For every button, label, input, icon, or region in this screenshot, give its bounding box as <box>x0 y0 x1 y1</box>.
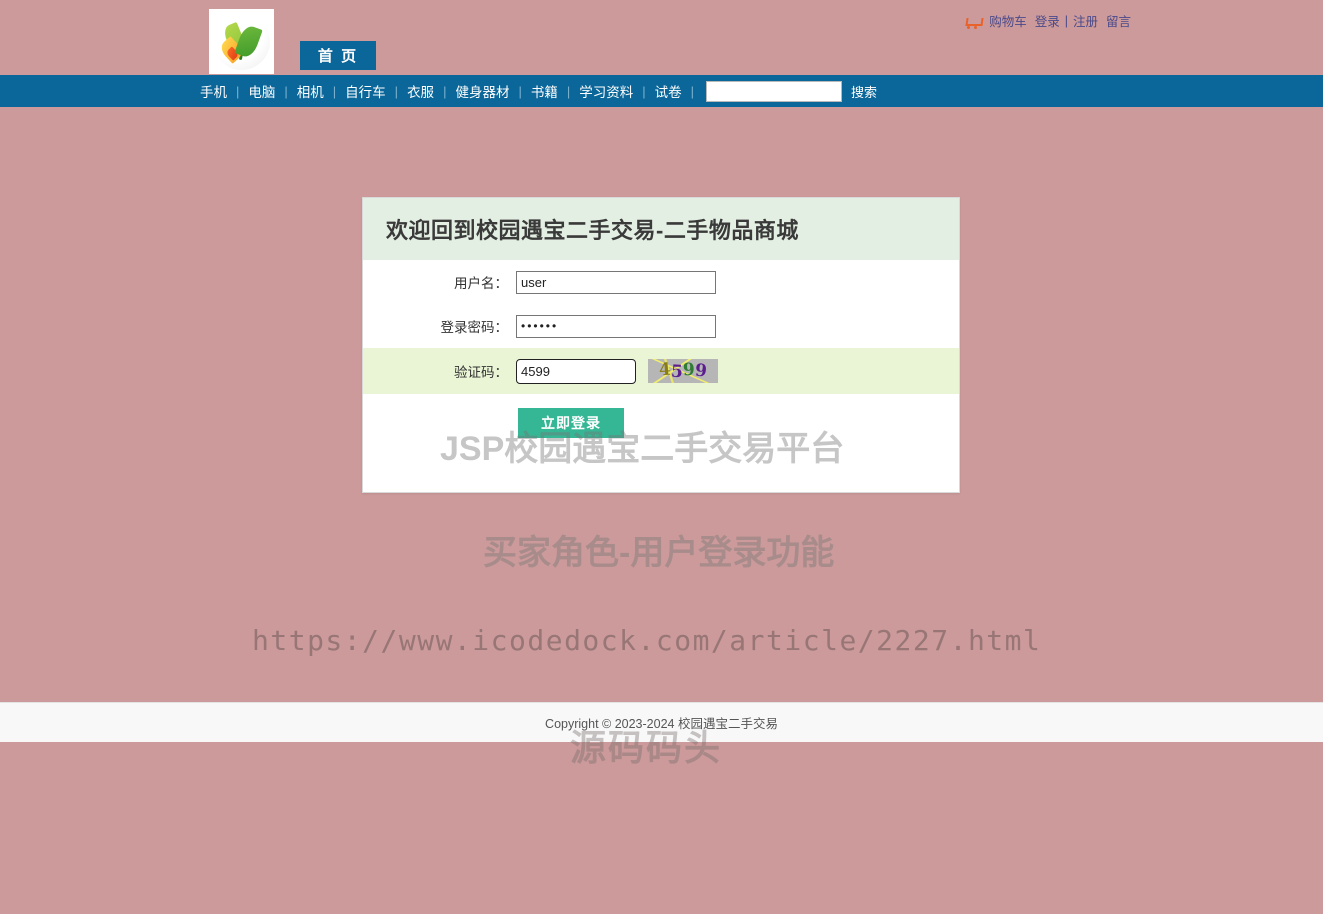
nav-item-computer[interactable]: 电脑 <box>239 81 284 101</box>
search-input[interactable] <box>706 80 843 102</box>
nav-divider: | <box>642 83 646 99</box>
category-navbar: 手机 | 电脑 | 相机 | 自行车 | 衣服 | 健身器材 | 书籍 | 学习… <box>0 75 1323 107</box>
nav-item-phone[interactable]: 手机 <box>191 81 236 101</box>
captcha-label: 验证码： <box>454 365 508 380</box>
captcha-code: 4599 <box>659 359 708 382</box>
captcha-digit-2: 5 <box>670 361 684 382</box>
nav-divider: | <box>236 83 240 99</box>
nav-divider: | <box>332 83 337 99</box>
login-card: 欢迎回到校园遇宝二手交易-二手物品商城 用户名： 登录密码： 验证码： <box>362 197 960 493</box>
watermark-url: https://www.icodedock.com/article/2227.h… <box>252 624 1042 657</box>
submit-row: 立即登录 <box>363 394 959 452</box>
nav-divider: | <box>443 83 447 99</box>
content-area: 欢迎回到校园遇宝二手交易-二手物品商城 用户名： 登录密码： 验证码： <box>0 107 1323 768</box>
site-logo[interactable] <box>209 9 274 74</box>
register-link[interactable]: 注册 <box>1069 11 1102 30</box>
username-label: 用户名： <box>454 276 508 291</box>
nav-divider: | <box>284 83 288 99</box>
message-link[interactable]: 留言 <box>1102 11 1135 30</box>
password-input[interactable] <box>516 314 716 338</box>
nav-item-clothes[interactable]: 衣服 <box>398 81 443 101</box>
login-form: 用户名： 登录密码： 验证码： 4599 <box>363 260 959 452</box>
captcha-row: 验证码： 4599 <box>363 348 959 394</box>
watermark-role: 买家角色-用户登录功能 <box>483 534 835 572</box>
nav-divider: | <box>394 83 399 99</box>
password-row: 登录密码： <box>363 304 959 348</box>
login-card-header: 欢迎回到校园遇宝二手交易-二手物品商城 <box>363 198 959 260</box>
nav-divider: | <box>518 83 522 99</box>
captcha-digit-3: 9 <box>682 359 696 380</box>
username-input[interactable] <box>516 270 716 294</box>
leaf-logo-icon <box>213 13 270 70</box>
nav-item-books[interactable]: 书籍 <box>522 81 567 101</box>
nav-divider: | <box>566 83 571 99</box>
tab-home[interactable]: 首 页 <box>300 41 376 70</box>
password-label: 登录密码： <box>440 320 509 335</box>
site-footer: Copyright © 2023-2024 校园遇宝二手交易 <box>0 702 1323 742</box>
site-header: 购物车 登录 | 注册 留言 首 页 <box>0 0 1323 75</box>
navbar-items: 手机 | 电脑 | 相机 | 自行车 | 衣服 | 健身器材 | 书籍 | 学习… <box>191 75 877 107</box>
nav-item-exam-papers[interactable]: 试卷 <box>646 81 691 101</box>
captcha-digit-4: 9 <box>694 360 708 381</box>
login-link[interactable]: 登录 <box>1031 11 1064 30</box>
cart-link[interactable]: 购物车 <box>985 11 1031 30</box>
search-button[interactable]: 搜索 <box>851 82 877 101</box>
nav-item-study-materials[interactable]: 学习资料 <box>570 81 642 101</box>
topbar-links: 购物车 登录 | 注册 留言 <box>966 11 1135 30</box>
footer-copyright: Copyright © 2023-2024 校园遇宝二手交易 <box>545 717 778 731</box>
captcha-image[interactable]: 4599 <box>648 359 718 383</box>
search-box: 搜索 <box>706 80 877 102</box>
login-submit-button[interactable]: 立即登录 <box>518 408 624 438</box>
shopping-cart-icon <box>966 16 981 29</box>
page-root: 购物车 登录 | 注册 留言 首 页 手机 | 电脑 | 相机 | 自行车 | … <box>0 0 1323 914</box>
page-title: 欢迎回到校园遇宝二手交易-二手物品商城 <box>386 218 799 243</box>
username-row: 用户名： <box>363 260 959 304</box>
nav-item-fitness[interactable]: 健身器材 <box>446 81 518 101</box>
nav-item-bicycle[interactable]: 自行车 <box>336 81 395 101</box>
captcha-input[interactable] <box>516 358 636 384</box>
nav-divider: | <box>690 83 695 99</box>
nav-item-camera[interactable]: 相机 <box>288 81 333 101</box>
